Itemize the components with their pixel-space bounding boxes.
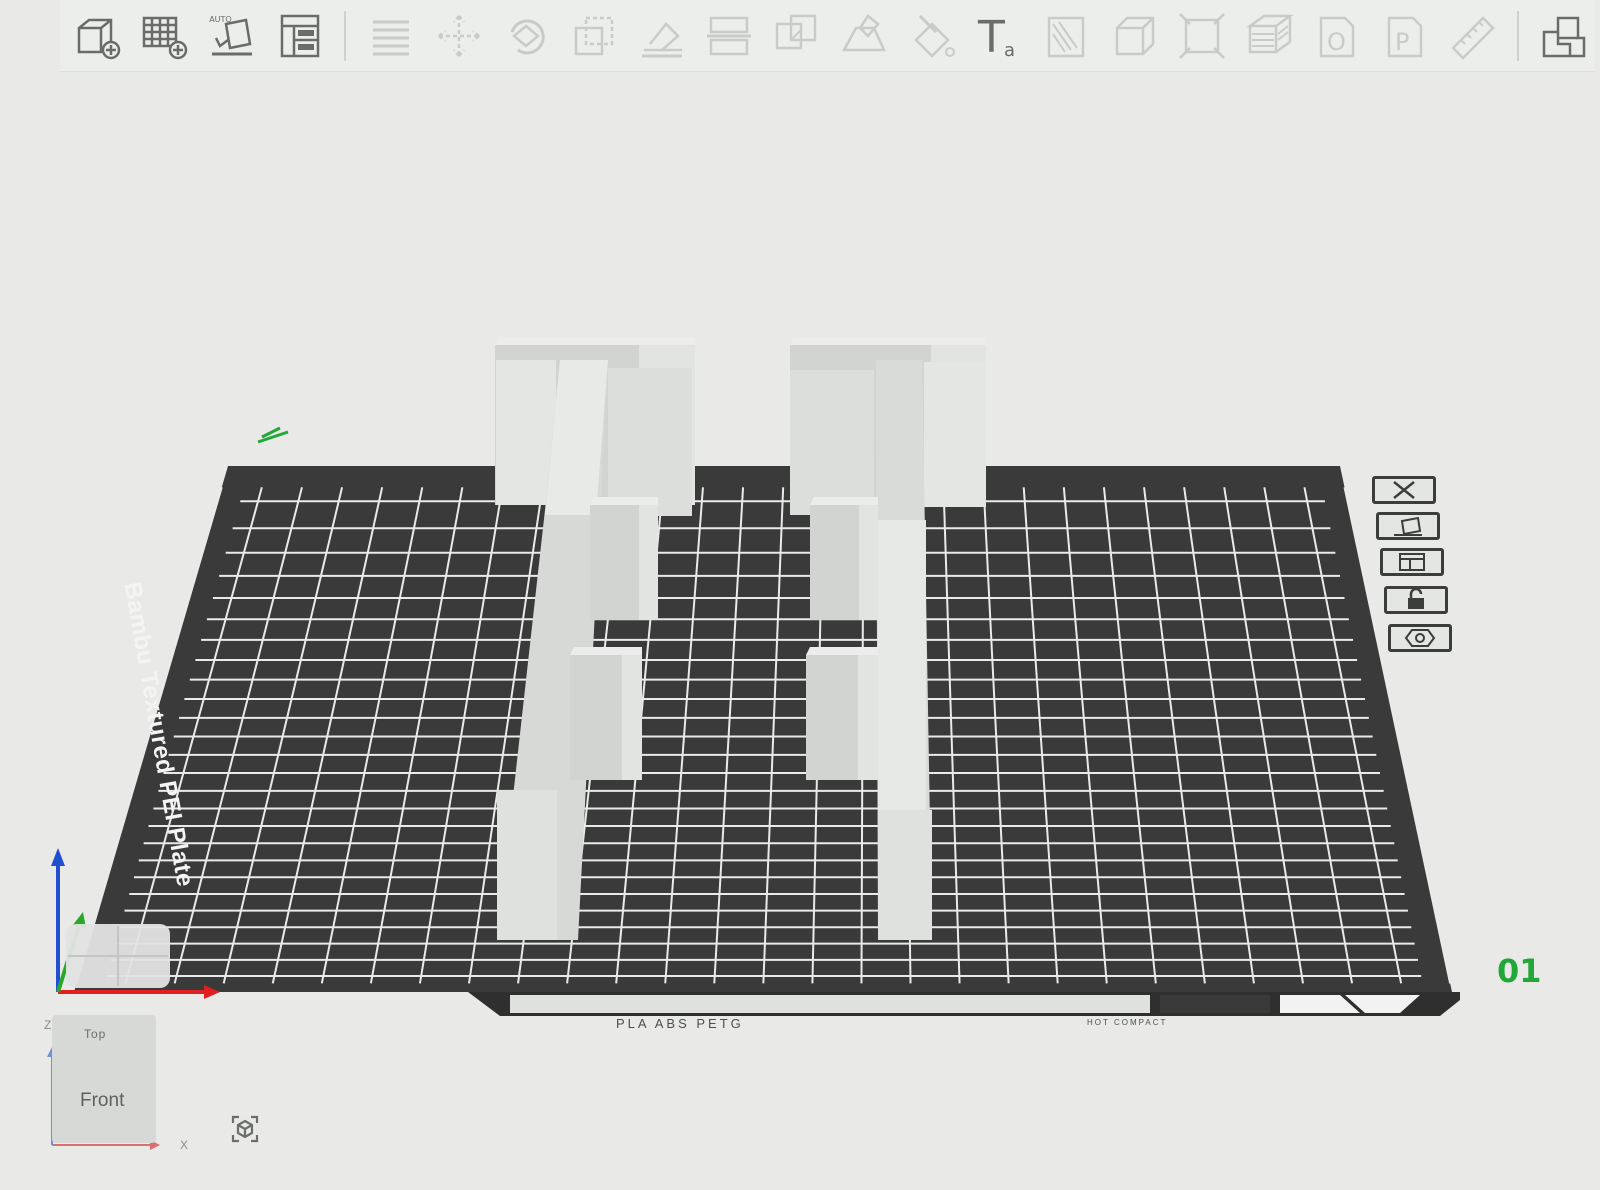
delete-plate-icon xyxy=(1393,481,1415,499)
model-right-crossbar-face xyxy=(924,362,986,507)
plate-strip-background xyxy=(510,995,1150,1013)
plate-front-strip: PLA ABS PETG HOT COMPACT xyxy=(520,1012,1475,1034)
color-paint-icon xyxy=(914,14,955,58)
assembly-icon xyxy=(1115,16,1154,55)
lock-plate-icon xyxy=(1408,589,1424,609)
svg-text:P: P xyxy=(1395,28,1409,56)
model-right-block-lower-side xyxy=(857,655,878,780)
object-p-button[interactable]: P xyxy=(1374,5,1436,67)
boolean-button[interactable] xyxy=(766,5,828,67)
toolbar-separator xyxy=(1517,10,1520,61)
model-right-block-upper-side xyxy=(858,505,878,620)
plate-strip-materials: PLA ABS PETG xyxy=(616,1015,744,1031)
model-left-block-lower-side xyxy=(621,655,642,780)
plate-origin-marker xyxy=(257,426,289,444)
auto-orient-button[interactable]: AUTO xyxy=(201,5,263,67)
move-button[interactable] xyxy=(428,5,490,67)
model-left-block-upper-top xyxy=(590,497,658,505)
model-right-stem-foot xyxy=(878,810,932,940)
plate-strip-hot-compact: HOT COMPACT xyxy=(1087,1018,1168,1027)
model-right-stem-face xyxy=(878,520,926,810)
add-plate-icon xyxy=(143,16,188,59)
model-left-crossbar-face xyxy=(496,360,556,505)
model-left-block-upper-side xyxy=(638,505,658,620)
variable-layer-icon xyxy=(1245,14,1294,53)
svg-text:O: O xyxy=(1327,28,1346,56)
color-paint-button[interactable] xyxy=(901,5,963,67)
arrange-button[interactable] xyxy=(269,5,331,67)
split-plates-button[interactable] xyxy=(360,5,422,67)
object-o-button[interactable]: O xyxy=(1307,5,1369,67)
reset-view-button[interactable] xyxy=(222,1106,268,1152)
arrange-plate-button[interactable] xyxy=(1380,548,1444,576)
split-plates-icon xyxy=(373,20,410,55)
text-button[interactable]: Ta xyxy=(969,5,1031,67)
object-p-icon: P xyxy=(1387,16,1423,57)
text-icon: Ta xyxy=(977,12,1015,62)
measure-button[interactable] xyxy=(1036,5,1098,67)
variable-layer-button[interactable] xyxy=(1239,5,1301,67)
navigator-top-label[interactable]: Top xyxy=(84,1027,106,1041)
fit-to-plate-icon xyxy=(1179,12,1226,59)
model-left-block-lower-top xyxy=(570,647,642,655)
svg-text:T: T xyxy=(977,12,1005,62)
plate-number[interactable]: 01 xyxy=(1497,952,1542,990)
arrange-plate-icon xyxy=(1399,553,1425,571)
scale-icon xyxy=(574,16,614,55)
cut-icon xyxy=(707,16,752,55)
add-plate-button[interactable] xyxy=(134,5,196,67)
add-cube-button[interactable] xyxy=(66,5,128,67)
rotate-icon xyxy=(510,18,546,54)
svg-text:a: a xyxy=(1004,40,1015,61)
assembly-button[interactable] xyxy=(1104,5,1166,67)
top-toolbar: AUTO Ta O P xyxy=(60,0,1595,72)
model-right-crossbar-face xyxy=(790,370,874,515)
cut-button[interactable] xyxy=(698,5,760,67)
lock-plate-button[interactable] xyxy=(1384,586,1448,614)
model-right-block-upper-top xyxy=(810,497,878,505)
lay-on-face-button[interactable] xyxy=(631,5,693,67)
ruler-button[interactable] xyxy=(1442,5,1504,67)
ruler-icon xyxy=(1450,15,1495,60)
move-icon xyxy=(437,14,480,57)
model-left-crossbar-face xyxy=(608,368,692,516)
navigator-x-label: X xyxy=(180,1138,189,1152)
auto-badge: AUTO xyxy=(209,14,232,24)
measure-icon xyxy=(1047,16,1085,57)
support-paint-button[interactable] xyxy=(834,5,896,67)
build-plate xyxy=(74,466,1452,992)
model-left-stem-foot xyxy=(497,790,557,940)
toolbar-separator xyxy=(344,10,347,61)
plate-settings-button[interactable] xyxy=(1388,624,1452,652)
navigator-z-label: Z xyxy=(44,1018,52,1032)
support-paint-icon xyxy=(842,13,887,51)
model-right-block-lower-top xyxy=(806,647,878,655)
delete-plate-button[interactable] xyxy=(1372,476,1436,504)
assemble-view-icon xyxy=(1542,16,1586,57)
view-cube-icon xyxy=(231,1115,259,1143)
plate-tools xyxy=(1372,476,1492,676)
assemble-view-button[interactable] xyxy=(1533,5,1595,67)
model-left-crossbar-back-top xyxy=(495,337,695,345)
add-cube-icon xyxy=(77,18,121,59)
object-o-icon: O xyxy=(1320,16,1355,57)
scale-button[interactable] xyxy=(563,5,625,67)
arrange-icon xyxy=(280,14,319,57)
rotate-button[interactable] xyxy=(496,5,558,67)
orient-plate-icon xyxy=(1394,516,1422,536)
fit-to-plate-button[interactable] xyxy=(1171,5,1233,67)
model-right-crossbar-back-top xyxy=(790,337,986,345)
navigator-front-label[interactable]: Front xyxy=(80,1090,124,1112)
lay-on-face-icon xyxy=(641,21,682,57)
boolean-icon xyxy=(775,14,816,49)
plate-strip-icons xyxy=(1160,995,1270,1013)
plate-settings-icon xyxy=(1404,629,1436,647)
orient-plate-button[interactable] xyxy=(1376,512,1440,540)
